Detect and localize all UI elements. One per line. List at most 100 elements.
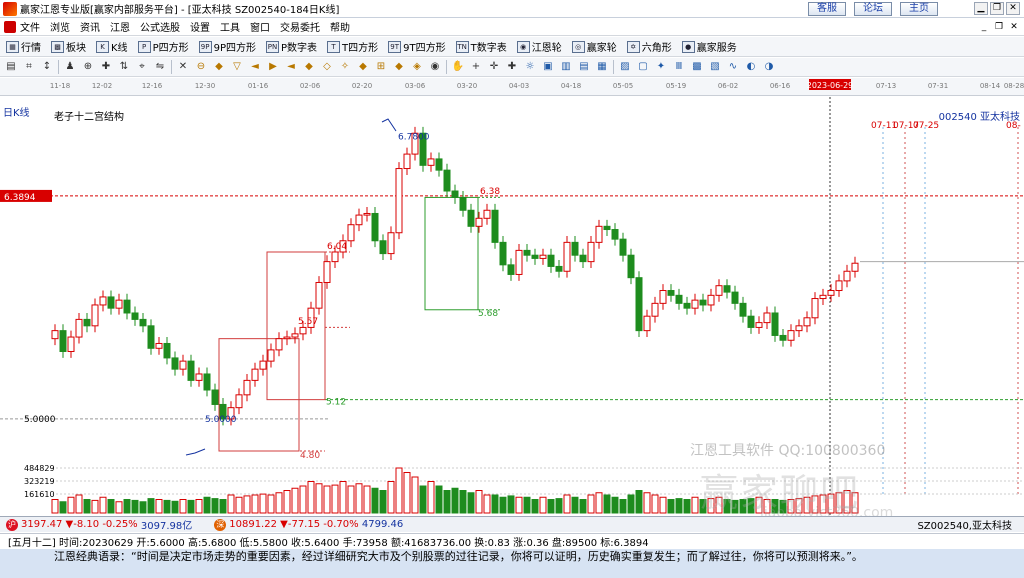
child-restore-icon[interactable]: ❐ <box>993 21 1005 33</box>
toolbar-service-button[interactable]: ● 赢家服务 <box>681 39 737 54</box>
drawing-tool-24-icon[interactable]: ◉ <box>428 60 442 74</box>
drawing-tool-32-icon[interactable]: ▤ <box>577 60 591 74</box>
drawing-tool-38-icon[interactable]: ▩ <box>690 60 704 74</box>
candle-body <box>523 249 531 256</box>
volume-bar <box>467 492 475 514</box>
drawing-tool-15-icon[interactable]: ▶ <box>266 60 280 74</box>
restore-icon[interactable]: ❐ <box>990 2 1004 15</box>
drawing-tool-7-icon[interactable]: ⇅ <box>117 60 131 74</box>
volume-bar <box>371 487 379 514</box>
drawing-tool-5-icon[interactable]: ⊕ <box>81 60 95 74</box>
volume-bar <box>547 499 555 514</box>
toolbar-grid-button[interactable]: ▦ 行情 <box>6 39 41 54</box>
drawing-tool-1-icon[interactable]: ▤ <box>4 60 18 74</box>
toolbar-p-square-button[interactable]: P P四方形 <box>137 39 189 54</box>
volume-bar <box>571 496 579 514</box>
drawing-tool-36-icon[interactable]: ✦ <box>654 60 668 74</box>
toolbar-label: P四方形 <box>152 43 189 54</box>
menu-window[interactable]: 窗口 <box>250 19 270 34</box>
current-stock-code[interactable]: SZ002540,亚太科技 <box>917 517 1012 532</box>
drawing-tool-18-icon[interactable]: ◇ <box>320 60 334 74</box>
homepage-link[interactable]: 主页 <box>900 2 938 16</box>
drawing-tool-29-icon[interactable]: ☼ <box>523 60 537 74</box>
drawing-tool-10-icon[interactable]: ✕ <box>176 60 190 74</box>
date-tick: 11-18 <box>50 82 70 90</box>
drawing-tool-25-icon[interactable]: ✋ <box>451 60 465 74</box>
menu-help[interactable]: 帮助 <box>330 19 350 34</box>
drawing-tool-20-icon[interactable]: ◆ <box>356 60 370 74</box>
period-label[interactable]: 日K线 <box>3 104 30 119</box>
drawing-tool-39-icon[interactable]: ▧ <box>708 60 722 74</box>
drawing-tool-16-icon[interactable]: ◄ <box>284 60 298 74</box>
volume-bar <box>435 485 443 514</box>
candle-body <box>435 158 443 171</box>
drawing-tool-30-icon[interactable]: ▣ <box>541 60 555 74</box>
drawing-tool-26-icon[interactable]: + <box>469 60 483 74</box>
drawing-tool-37-icon[interactable]: Ⅲ <box>672 60 686 74</box>
toolbar-kline-button[interactable]: K K线 <box>96 39 128 54</box>
tool-separator <box>613 60 614 74</box>
child-close-icon[interactable]: ✕ <box>1008 21 1020 33</box>
toolbar-blocks-button[interactable]: ▩ 板块 <box>51 39 86 54</box>
volume-bar <box>315 483 323 514</box>
drawing-tool-21-icon[interactable]: ⊞ <box>374 60 388 74</box>
toolbar-9t-square-button[interactable]: 9T 9T四方形 <box>388 39 446 54</box>
toolbar-9p-square-button[interactable]: 9P 9P四方形 <box>198 39 256 54</box>
toolbar-winner-wheel-button[interactable]: ◎ 赢家轮 <box>571 39 617 54</box>
drawing-tool-8-icon[interactable]: ⌖ <box>135 60 149 74</box>
toolbar-p-number-button[interactable]: PN P数字表 <box>266 39 317 54</box>
forum-link[interactable]: 论坛 <box>854 2 892 16</box>
child-minimize-icon[interactable]: _ <box>978 21 990 33</box>
toolbar-t-square-button[interactable]: T T四方形 <box>327 39 378 54</box>
menu-tools[interactable]: 工具 <box>220 19 240 34</box>
minimize-icon[interactable]: ▁ <box>974 2 988 15</box>
candle-body <box>323 261 331 283</box>
drawing-tool-4-icon[interactable]: ♟ <box>63 60 77 74</box>
drawing-tool-11-icon[interactable]: ⊖ <box>194 60 208 74</box>
drawing-tool-19-icon[interactable]: ✧ <box>338 60 352 74</box>
candle-body <box>563 241 571 272</box>
drawing-tool-9-icon[interactable]: ⇋ <box>153 60 167 74</box>
drawing-tool-31-icon[interactable]: ▥ <box>559 60 573 74</box>
volume-bar <box>499 496 507 514</box>
toolbar-hexagon-button[interactable]: ✡ 六角形 <box>626 39 672 54</box>
drawing-tool-3-icon[interactable]: ↕ <box>40 60 54 74</box>
drawing-tool-40-icon[interactable]: ∿ <box>726 60 740 74</box>
menu-news[interactable]: 资讯 <box>80 19 100 34</box>
drawing-tool-22-icon[interactable]: ◆ <box>392 60 406 74</box>
drawing-tool-42-icon[interactable]: ◑ <box>762 60 776 74</box>
volume-bar <box>331 484 339 514</box>
candle-body <box>427 158 435 166</box>
drawing-tool-23-icon[interactable]: ◈ <box>410 60 424 74</box>
drawing-tool-17-icon[interactable]: ◆ <box>302 60 316 74</box>
drawing-tool-35-icon[interactable]: ▢ <box>636 60 650 74</box>
drawing-tool-28-icon[interactable]: ✚ <box>505 60 519 74</box>
menu-trade[interactable]: 交易委托 <box>280 19 320 34</box>
p-number-icon: PN <box>266 40 279 53</box>
menu-gann[interactable]: 江恩 <box>110 19 130 34</box>
drawing-tool-27-icon[interactable]: ✛ <box>487 60 501 74</box>
drawing-tool-33-icon[interactable]: ▦ <box>595 60 609 74</box>
t-square-icon: T <box>327 40 341 53</box>
drawing-tool-6-icon[interactable]: ✚ <box>99 60 113 74</box>
kline-icon: K <box>96 40 109 53</box>
menu-formula-screen[interactable]: 公式选股 <box>140 19 180 34</box>
menu-settings[interactable]: 设置 <box>190 19 210 34</box>
menu-file[interactable]: 文件 <box>20 19 40 34</box>
drawing-tool-2-icon[interactable]: ⌗ <box>22 60 36 74</box>
drawing-tool-13-icon[interactable]: ▽ <box>230 60 244 74</box>
toolbar-gann-wheel-button[interactable]: ◉ 江恩轮 <box>516 39 562 54</box>
volume-bar <box>123 499 131 514</box>
service-link[interactable]: 客服 <box>808 2 846 16</box>
drawing-tool-41-icon[interactable]: ◐ <box>744 60 758 74</box>
drawing-tool-34-icon[interactable]: ▨ <box>618 60 632 74</box>
toolbar-t-number-button[interactable]: TN T数字表 <box>455 39 507 54</box>
candle-body <box>571 241 579 256</box>
close-icon[interactable]: ✕ <box>1006 2 1020 15</box>
volume-bar <box>539 496 547 514</box>
candle-body <box>243 379 251 396</box>
drawing-tool-14-icon[interactable]: ◄ <box>248 60 262 74</box>
drawing-tool-12-icon[interactable]: ◆ <box>212 60 226 74</box>
volume-bar <box>187 499 195 514</box>
menu-browse[interactable]: 浏览 <box>50 19 70 34</box>
